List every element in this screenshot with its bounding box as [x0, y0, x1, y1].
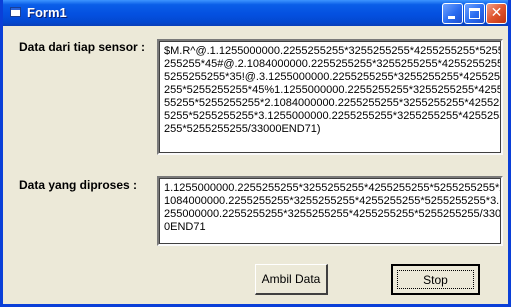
close-icon: ✕: [490, 5, 503, 21]
form1-window: Form1 ✕ Data dari tiap sensor : $M.R^@.1…: [0, 0, 511, 307]
minimize-button[interactable]: [442, 3, 463, 24]
focus-rectangle: [397, 270, 474, 289]
maximize-icon: [469, 8, 480, 19]
sensor-data-label: Data dari tiap sensor :: [19, 40, 146, 54]
stop-button[interactable]: Stop: [391, 264, 480, 295]
sensor-data-textarea[interactable]: $M.R^@.1.1255000000.2255255255*325525525…: [157, 39, 503, 155]
title-bar[interactable]: Form1 ✕: [3, 0, 508, 26]
maximize-button[interactable]: [464, 3, 485, 24]
minimize-icon: [448, 16, 455, 19]
processed-data-label: Data yang diproses :: [19, 178, 138, 192]
app-icon[interactable]: [10, 7, 21, 17]
processed-data-textarea[interactable]: 1.1255000000.2255255255*3255255255*42552…: [157, 176, 503, 246]
window-title: Form1: [27, 5, 67, 20]
close-button[interactable]: ✕: [486, 3, 507, 24]
ambil-data-button[interactable]: Ambil Data: [255, 264, 328, 295]
ambil-data-button-label: Ambil Data: [261, 272, 321, 286]
